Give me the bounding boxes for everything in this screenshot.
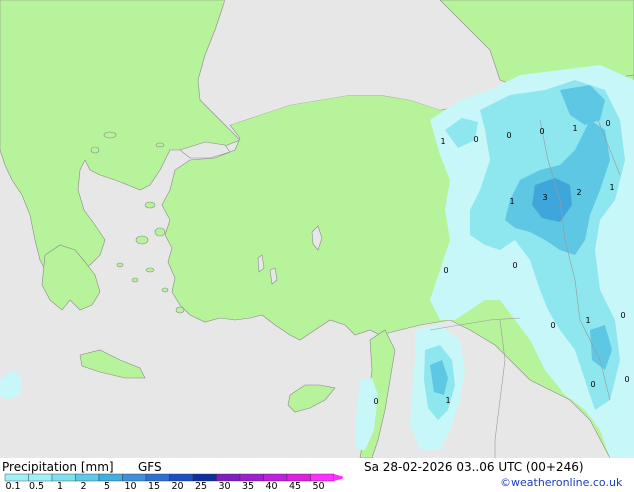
contour-label: 2 — [576, 188, 581, 197]
legend-label: 50 — [312, 481, 325, 492]
precipitation-map: 1 0 0 0 1 0 1 3 2 1 0 0 0 1 0 0 0 0 1 — [0, 0, 634, 459]
legend-swatch — [216, 473, 241, 482]
legend-label: 25 — [194, 481, 208, 492]
contour-label: 1 — [572, 124, 577, 133]
contour-label: 0 — [443, 266, 448, 275]
contour-label: 0 — [590, 380, 595, 389]
valid-datetime: Sa 28-02-2026 03..06 UTC (00+246) — [364, 460, 584, 474]
legend-label: 20 — [171, 481, 184, 492]
legend-swatch — [286, 473, 311, 482]
contour-label: 3 — [542, 193, 547, 202]
legend-label: 30 — [218, 481, 231, 492]
legend-arrow — [334, 474, 343, 481]
legend-swatch — [51, 473, 76, 482]
legend-label: 45 — [288, 481, 302, 492]
contour-label: 1 — [509, 197, 514, 206]
product-title: Precipitation [mm] — [2, 460, 114, 474]
contour-label: 0 — [373, 397, 378, 406]
legend-swatch — [98, 473, 123, 482]
legend-swatch — [145, 473, 170, 482]
contour-label: 0 — [605, 119, 610, 128]
contour-label: 1 — [445, 396, 450, 405]
legend-swatch — [169, 473, 194, 482]
legend-label: 10 — [124, 481, 137, 492]
legend-swatch — [4, 473, 29, 482]
legend-swatch — [75, 473, 100, 482]
legend-label: 35 — [241, 481, 255, 492]
legend-swatch — [263, 473, 288, 482]
contour-label: 0 — [624, 375, 629, 384]
legend-swatch — [122, 473, 147, 482]
contour-label: 0 — [506, 131, 511, 140]
legend-label: 40 — [265, 481, 278, 492]
contour-label: 1 — [585, 316, 590, 325]
contour-label: 0 — [512, 261, 517, 270]
legend-swatch — [192, 473, 217, 482]
contour-label: 0 — [473, 135, 478, 144]
legend-label: 0.5 — [28, 481, 45, 492]
contour-label: 0 — [620, 311, 625, 320]
credit: ©weatheronline.co.uk — [500, 476, 623, 489]
legend-label: 0.1 — [5, 481, 21, 492]
contour-label: 0 — [539, 127, 544, 136]
contour-label: 0 — [550, 321, 555, 330]
legend-swatch — [310, 473, 335, 482]
legend-label: 15 — [147, 481, 161, 492]
contour-label: 1 — [440, 137, 445, 146]
legend-label: 5 — [103, 481, 111, 492]
legend-label: 2 — [80, 481, 87, 492]
model-name: GFS — [138, 460, 162, 474]
legend-swatch — [28, 473, 53, 482]
contour-label: 1 — [609, 183, 614, 192]
legend-swatch — [239, 473, 264, 482]
legend-label: 1 — [56, 481, 64, 492]
